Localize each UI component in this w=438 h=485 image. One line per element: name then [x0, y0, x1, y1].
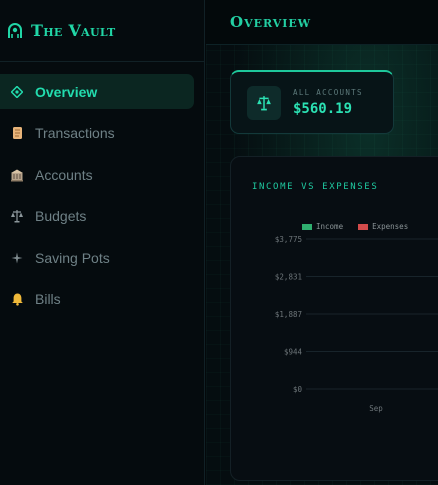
main-content: Overview ALL ACCOUNTS $560.19 INCOME VS …: [206, 0, 438, 485]
income-expenses-chart-card: INCOME VS EXPENSES Income Expenses $3,77…: [230, 156, 438, 481]
y-tick-label: $944: [284, 348, 303, 357]
page-title: Overview: [230, 13, 312, 31]
bank-icon: [10, 168, 24, 182]
income-expenses-chart: $3,775 $2,831 $1,887 $944 $0 Sep: [275, 235, 438, 413]
sidebar-item-accounts[interactable]: Accounts: [0, 157, 194, 192]
y-tick-label: $2,831: [275, 273, 302, 282]
all-accounts-label: ALL ACCOUNTS: [293, 88, 363, 97]
sidebar: The Vault Overview Transactions Accounts…: [0, 0, 205, 485]
bell-icon: [10, 292, 24, 306]
sidebar-item-overview[interactable]: Overview: [0, 74, 194, 109]
sidebar-item-label: Overview: [35, 83, 98, 100]
sidebar-item-label: Accounts: [35, 166, 93, 183]
sidebar-item-transactions[interactable]: Transactions: [0, 116, 194, 151]
scales-icon: [10, 209, 24, 223]
sidebar-nav: Overview Transactions Accounts Budgets S…: [0, 62, 204, 317]
all-accounts-card[interactable]: ALL ACCOUNTS $560.19: [230, 70, 394, 134]
scales-icon: [247, 85, 281, 120]
top-bar: Overview: [206, 0, 438, 45]
y-tick-label: $3,775: [275, 235, 302, 244]
sidebar-item-saving-pots[interactable]: Saving Pots: [0, 240, 194, 275]
y-tick-label: $1,887: [275, 310, 302, 319]
brand[interactable]: The Vault: [0, 0, 204, 62]
sidebar-item-budgets[interactable]: Budgets: [0, 199, 194, 234]
y-tick-label: $0: [293, 385, 303, 394]
sidebar-item-label: Saving Pots: [35, 249, 110, 266]
sidebar-item-label: Bills: [35, 291, 61, 307]
brand-title: The Vault: [31, 21, 116, 40]
sparkle-icon: [10, 251, 24, 265]
scroll-icon: [10, 126, 24, 140]
all-accounts-value: $560.19: [293, 101, 353, 117]
overview-icon: [10, 85, 24, 99]
sidebar-item-bills[interactable]: Bills: [0, 282, 194, 317]
vault-icon: [6, 22, 24, 40]
sidebar-item-label: Budgets: [35, 208, 87, 224]
all-accounts-text: ALL ACCOUNTS $560.19: [293, 88, 363, 117]
sidebar-item-label: Transactions: [35, 125, 115, 141]
x-tick-label: Sep: [369, 404, 383, 413]
